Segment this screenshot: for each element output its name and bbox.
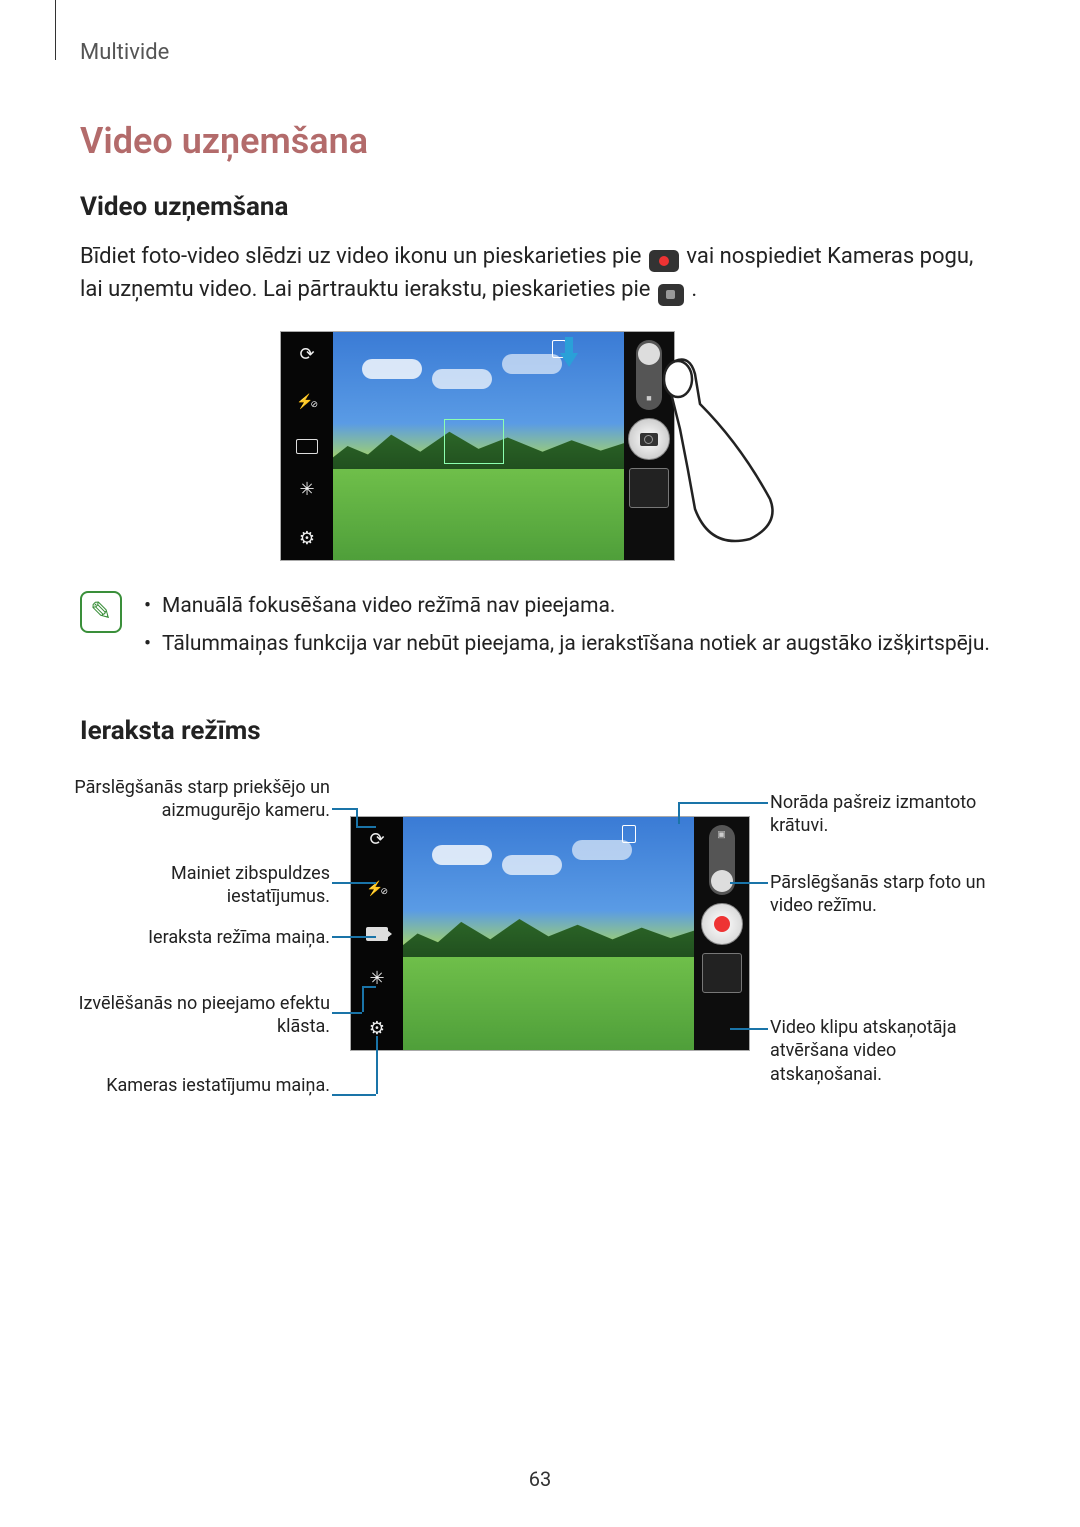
page-number: 63: [0, 1467, 1080, 1491]
note-list: Manuālā fokusēšana video režīmā nav piee…: [140, 591, 990, 666]
effects-icon: [295, 478, 319, 502]
callout-flash: Mainiet zibspuldzes iestatījumus.: [70, 862, 330, 909]
callout-storage: Norāda pašreiz izmantoto krātuvi.: [770, 791, 990, 838]
page-title: Video uzņemšana: [80, 120, 1000, 162]
note-icon: ✎: [80, 591, 122, 633]
screenshot-touch-slider: ▣ ■: [280, 331, 800, 561]
record-button: [701, 903, 743, 945]
left-toolbar-2: [351, 817, 403, 1050]
flash-icon: [365, 877, 389, 901]
margin-rule: [55, 0, 56, 60]
callout-toggle: Pārslēgšanās starp foto un video režīmu.: [770, 871, 990, 918]
record-dot-icon: [714, 916, 730, 932]
callout-rec-mode: Ieraksta režīma maiņa.: [70, 926, 330, 949]
note-item: Manuālā fokusēšana video režīmā nav piee…: [140, 591, 990, 623]
storage-icon: [622, 825, 636, 843]
callout-player: Video klipu atskaņotāja atvēršana video …: [770, 1016, 990, 1086]
flash-icon: [295, 390, 319, 414]
callout-settings: Kameras iestatījumu maiņa.: [70, 1074, 330, 1097]
gallery-thumbnail: [702, 953, 742, 993]
callout-switch-cam: Pārslēgšanās starp priekšējo un aizmugur…: [70, 776, 330, 823]
viewfinder-2: [403, 817, 694, 1050]
slide-arrow-icon: [562, 337, 576, 367]
intro-paragraph: Bīdiet foto-video slēdzi uz video ikonu …: [80, 240, 1000, 306]
intro-pre: Bīdiet foto-video slēdzi uz video ikonu …: [80, 244, 647, 269]
focus-indicator: [444, 419, 504, 464]
photo-glyph-icon: ▣: [717, 831, 726, 840]
callout-effects: Izvēlēšanās no pieejamo efektu klāsta.: [70, 992, 330, 1039]
camera-ui-1: ▣ ■: [280, 331, 675, 561]
record-icon: [649, 250, 679, 272]
mode-icon: [296, 439, 318, 454]
mode-toggle-2: ▣ ■: [709, 825, 735, 895]
record-mode-diagram: ▣ ■ Pārslēgšanās starp priekšējo un aizm…: [70, 776, 990, 1146]
breadcrumb: Multivide: [80, 40, 1000, 65]
note-item: Tālummaiņas funkcija var nebūt pieejama,…: [140, 629, 990, 661]
intro-end: .: [691, 277, 697, 302]
stop-icon: [658, 284, 684, 306]
camera-ui-2: ▣ ■: [350, 816, 750, 1051]
record-mode-icon: [366, 927, 388, 941]
note-block: ✎ Manuālā fokusēšana video režīmā nav pi…: [80, 591, 1000, 666]
left-toolbar: [281, 332, 333, 560]
switch-camera-icon: [365, 827, 389, 851]
right-toolbar-2: ▣ ■: [694, 817, 749, 1050]
viewfinder: [333, 332, 624, 560]
hand-illustration: [640, 349, 790, 549]
section-heading-recording: Video uzņemšana: [80, 192, 1000, 222]
switch-camera-icon: [295, 342, 319, 366]
section-heading-mode: Ieraksta režīms: [80, 716, 1000, 746]
toggle-knob: [711, 870, 733, 892]
settings-icon: [295, 526, 319, 550]
